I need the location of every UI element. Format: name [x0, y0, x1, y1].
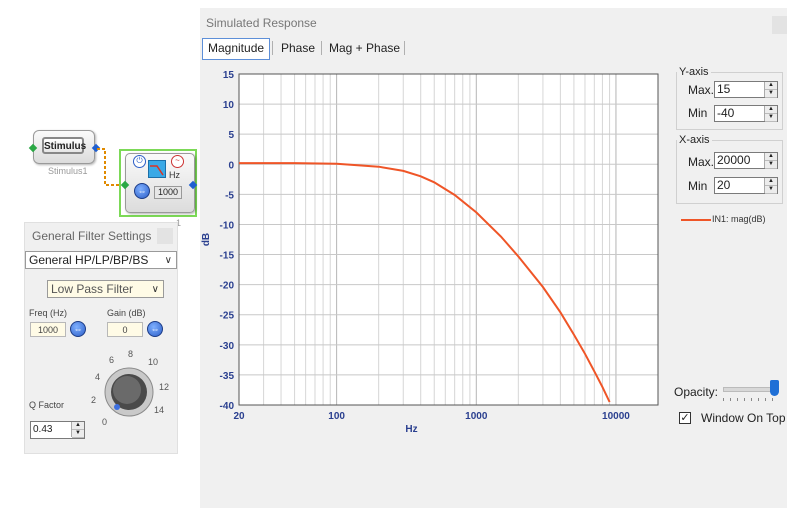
knob-tick-14: 14	[154, 405, 164, 415]
knob-tick-8: 8	[128, 349, 133, 359]
chevron-down-icon: ∨	[164, 254, 172, 266]
x-axis-legend: X-axis	[679, 134, 710, 146]
stimulus-block[interactable]: Stimulus	[33, 130, 95, 164]
y-axis-legend: Y-axis	[679, 66, 709, 78]
y-tick-label: -25	[220, 311, 235, 322]
y-tick-label: -15	[220, 251, 235, 262]
q-factor-knob[interactable]: 0 2 4 6 8 10 12 14	[91, 347, 175, 433]
simulated-response-window: Simulated Response Magnitude Phase Mag +…	[200, 8, 787, 508]
window-on-top-label: Window On Top	[701, 411, 786, 425]
spin-down-icon[interactable]: ▼	[765, 90, 777, 98]
stimulus-caption: Stimulus1	[48, 166, 88, 176]
y-max-spin-buttons[interactable]: ▲ ▼	[764, 82, 777, 98]
spin-down-icon[interactable]: ▼	[765, 161, 777, 169]
general-filter-settings-panel: General Filter Settings General HP/LP/BP…	[24, 222, 178, 454]
y-tick-label: -35	[220, 371, 235, 382]
window-on-top-checkbox[interactable]: ✓	[679, 412, 691, 424]
y-max-stepper[interactable]: 15 ▲ ▼	[714, 81, 778, 98]
legend-swatch	[681, 219, 711, 221]
spin-up-icon[interactable]: ▲	[765, 153, 777, 161]
x-tick-label: 20	[233, 411, 245, 422]
spin-down-icon[interactable]: ▼	[765, 114, 777, 122]
stimulus-inner: Stimulus	[42, 137, 87, 154]
panel-close-button[interactable]	[157, 228, 173, 244]
filter-value[interactable]: 1000	[154, 186, 182, 199]
magnitude-chart[interactable]: 15 10 5 0 -5 -10 -15 -20 -25 -30 -35 -4020 100 1000 10…	[200, 64, 670, 444]
chevron-down-icon: ∨	[151, 283, 159, 295]
opacity-label: Opacity:	[674, 385, 719, 399]
legend-entry: IN1: mag(dB)	[712, 214, 766, 224]
x-max-spin-buttons[interactable]: ▲ ▼	[764, 153, 777, 169]
gain-field[interactable]: 0	[107, 322, 143, 337]
knob-tick-4: 4	[95, 372, 100, 382]
x-tick-label: 1000	[465, 411, 488, 422]
tab-separator	[272, 41, 273, 55]
knob-tick-10: 10	[148, 357, 158, 367]
q-factor-spin-buttons[interactable]: ▲ ▼	[71, 422, 84, 438]
spin-up-icon[interactable]: ▲	[72, 422, 84, 430]
lowpass-icon	[148, 160, 166, 178]
y-tick-label: -40	[220, 401, 235, 412]
x-min-label: Min	[688, 179, 708, 193]
spin-up-icon[interactable]: ▲	[765, 178, 777, 186]
opacity-slider-thumb[interactable]	[770, 380, 779, 396]
x-min-spin-buttons[interactable]: ▲ ▼	[764, 178, 777, 194]
filter-hz-label: Hz	[169, 170, 180, 180]
spin-down-icon[interactable]: ▼	[765, 186, 777, 194]
y-max-label: Max.	[688, 83, 715, 97]
tab-separator	[321, 41, 322, 55]
stimulus-label: Stimulus	[44, 141, 87, 152]
tab-magnitude[interactable]: Magnitude	[202, 38, 271, 60]
freq-link-icon[interactable]: ⇔	[70, 321, 86, 337]
y-axis-label: dB	[201, 233, 212, 246]
freq-knob-icon[interactable]: ⇔	[134, 183, 150, 199]
plot-area	[239, 74, 658, 405]
spin-up-icon[interactable]: ▲	[765, 106, 777, 114]
freq-label: Freq (Hz)	[29, 308, 67, 318]
spin-down-icon[interactable]: ▼	[72, 430, 84, 438]
schematic-canvas[interactable]: Stimulus Stimulus1 ⏻ ~ Hz ⇔ 1000 1	[0, 0, 200, 230]
y-tick-label: -5	[225, 190, 234, 201]
y-tick-label: 5	[228, 130, 234, 141]
tab-mag-phase[interactable]: Mag + Phase	[324, 38, 405, 58]
opacity-slider-track[interactable]	[723, 387, 777, 392]
x-tick-label: 10000	[602, 411, 630, 422]
q-factor-label: Q Factor	[29, 400, 65, 410]
y-min-spin-buttons[interactable]: ▲ ▼	[764, 106, 777, 122]
knob-tick-6: 6	[109, 355, 114, 365]
knob-tick-12: 12	[159, 382, 169, 392]
x-tick-label: 100	[328, 411, 345, 422]
spin-up-icon[interactable]: ▲	[765, 82, 777, 90]
y-tick-label: -20	[220, 281, 235, 292]
y-min-label: Min	[688, 106, 708, 120]
gain-link-icon[interactable]: ⇔	[147, 321, 163, 337]
filter-type-select[interactable]: General HP/LP/BP/BS ∨	[25, 251, 177, 269]
knob-tick-2: 2	[91, 395, 96, 405]
power-icon[interactable]: ⏻	[133, 155, 146, 168]
gain-label: Gain (dB)	[107, 308, 146, 318]
window-title: Simulated Response	[206, 16, 317, 30]
y-min-stepper[interactable]: -40 ▲ ▼	[714, 105, 778, 122]
window-close-button[interactable]	[772, 16, 787, 34]
tab-phase[interactable]: Phase	[276, 38, 320, 58]
y-tick-label: 0	[228, 160, 234, 171]
q-factor-stepper[interactable]: 0.43 ▲ ▼	[30, 421, 85, 439]
filter-block[interactable]: ⏻ ~ Hz ⇔ 1000	[119, 149, 197, 217]
opacity-slider-ticks	[723, 398, 775, 401]
x-axis-label: Hz	[405, 424, 417, 435]
x-min-stepper[interactable]: 20 ▲ ▼	[714, 177, 778, 194]
y-tick-label: 10	[223, 100, 235, 111]
tab-separator	[404, 41, 405, 55]
knob-tick-0: 0	[102, 417, 107, 427]
x-max-stepper[interactable]: 20000 ▲ ▼	[714, 152, 778, 169]
x-max-label: Max.	[688, 155, 715, 169]
freq-field[interactable]: 1000	[30, 322, 66, 337]
y-tick-label: -10	[220, 220, 235, 231]
filter-kind-select[interactable]: Low Pass Filter ∨	[47, 280, 164, 298]
panel-title: General Filter Settings	[32, 229, 152, 243]
sine-icon[interactable]: ~	[171, 155, 184, 168]
y-tick-label: 15	[223, 70, 235, 81]
y-tick-label: -30	[220, 341, 235, 352]
